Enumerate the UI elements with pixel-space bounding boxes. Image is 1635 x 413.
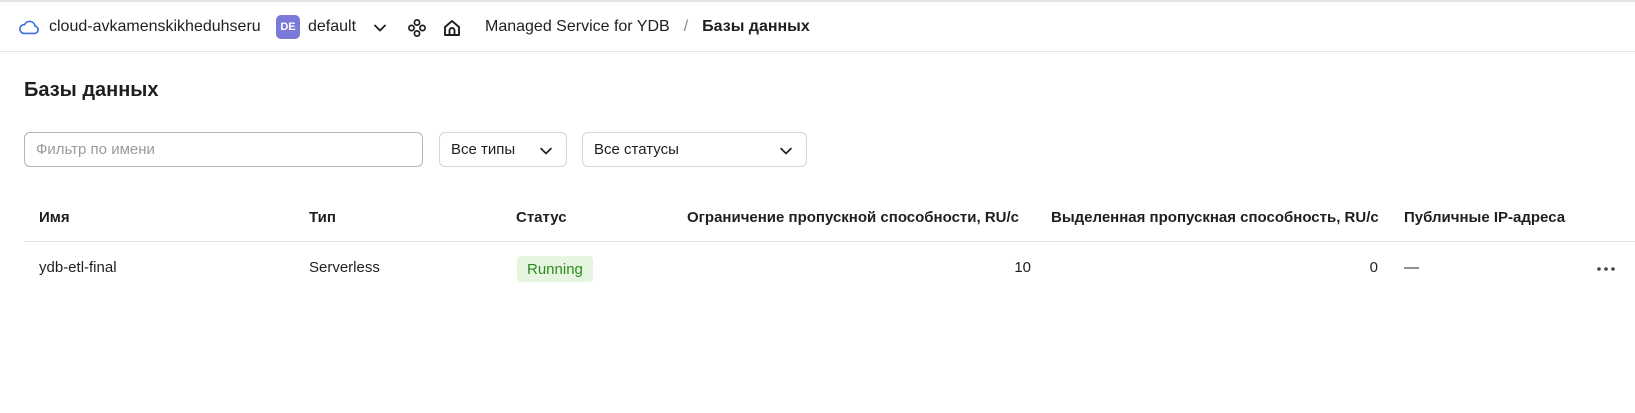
breadcrumb: Managed Service for YDB / Базы данных [485, 18, 810, 36]
top-navigation-bar: cloud-avkamenskikheduhseru DE default Ma… [0, 2, 1635, 52]
chevron-down-icon [780, 147, 792, 155]
cloud-icon [19, 20, 39, 35]
column-header-type[interactable]: Тип [309, 209, 336, 226]
column-header-throughput-limit[interactable]: Ограничение пропускной способности, RU/с [687, 209, 1019, 226]
table-row[interactable]: ydb-etl-final Serverless 10 0 — [24, 242, 1635, 294]
status-badge: Running [517, 256, 593, 282]
status-filter-select[interactable]: Все статусы [582, 132, 807, 167]
breadcrumb-service-link[interactable]: Managed Service for YDB [485, 18, 670, 36]
databases-table: Имя Тип Статус Ограничение пропускной сп… [24, 197, 1635, 294]
chevron-down-icon[interactable] [372, 20, 388, 36]
type-filter-select[interactable]: Все типы [439, 132, 567, 167]
breadcrumb-current: Базы данных [702, 18, 810, 35]
table-header: Имя Тип Статус Ограничение пропускной сп… [24, 197, 1635, 242]
column-header-public-ips[interactable]: Публичные IP-адреса [1404, 209, 1565, 226]
status-filter-value: Все статусы [594, 141, 679, 158]
cell-provisioned-throughput: 0 [1369, 259, 1378, 276]
cell-throughput-limit: 10 [1014, 259, 1031, 276]
cell-public-ips: — [1404, 259, 1419, 276]
more-actions-icon[interactable] [1595, 262, 1617, 276]
breadcrumb-separator: / [683, 18, 689, 35]
chevron-down-icon [540, 147, 552, 155]
page-title: Базы данных [24, 79, 159, 101]
column-header-status[interactable]: Статус [516, 209, 567, 226]
name-filter-input[interactable] [24, 132, 423, 167]
cell-type: Serverless [309, 259, 380, 276]
cell-name[interactable]: ydb-etl-final [39, 259, 117, 276]
column-header-provisioned-throughput[interactable]: Выделенная пропускная способность, RU/с [1051, 209, 1379, 226]
type-filter-value: Все типы [451, 141, 516, 158]
services-icon[interactable] [407, 18, 427, 38]
folder-name[interactable]: default [308, 18, 356, 36]
cloud-name[interactable]: cloud-avkamenskikheduhseru [49, 18, 261, 36]
folder-avatar: DE [276, 15, 300, 39]
home-icon[interactable] [441, 17, 463, 39]
column-header-name[interactable]: Имя [39, 209, 70, 226]
